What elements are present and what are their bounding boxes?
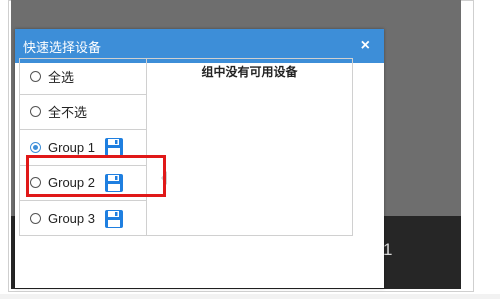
device-panel: 组中没有可用设备	[147, 59, 352, 235]
radio-button[interactable]	[30, 106, 41, 118]
bottom-divider	[0, 294, 500, 299]
list-item-label: Group 1	[48, 139, 95, 155]
close-icon[interactable]: ×	[361, 38, 370, 54]
floppy-disk-icon[interactable]	[104, 173, 124, 193]
list-item-group-1[interactable]: Group 1	[20, 130, 146, 166]
list-item-select-all[interactable]: 全选	[20, 59, 146, 95]
dialog-title: 快速选择设备	[23, 39, 102, 55]
list-item-select-none[interactable]: 全不选	[20, 95, 146, 130]
radio-button[interactable]	[30, 177, 41, 189]
list-item-label: 全选	[48, 69, 75, 85]
list-item-group-2[interactable]: Group 2	[20, 166, 146, 201]
dialog-body: 全选 全不选 Group 1 Group 2 Group 3 组中没有可用设备	[19, 58, 353, 236]
empty-message: 组中没有可用设备	[201, 65, 298, 79]
list-item-label: 全不选	[48, 105, 88, 121]
list-item-label: Group 3	[48, 211, 95, 227]
background-text: 1	[383, 240, 393, 259]
floppy-disk-icon[interactable]	[104, 209, 124, 229]
group-list: 全选 全不选 Group 1 Group 2 Group 3	[20, 59, 147, 235]
floppy-disk-icon[interactable]	[104, 137, 124, 157]
list-item-label: Group 2	[48, 175, 95, 191]
list-item-group-3[interactable]: Group 3	[20, 201, 146, 237]
selection-pointer	[161, 171, 167, 185]
radio-button[interactable]	[30, 70, 41, 82]
radio-button-selected[interactable]	[30, 141, 41, 153]
radio-button[interactable]	[30, 213, 41, 225]
